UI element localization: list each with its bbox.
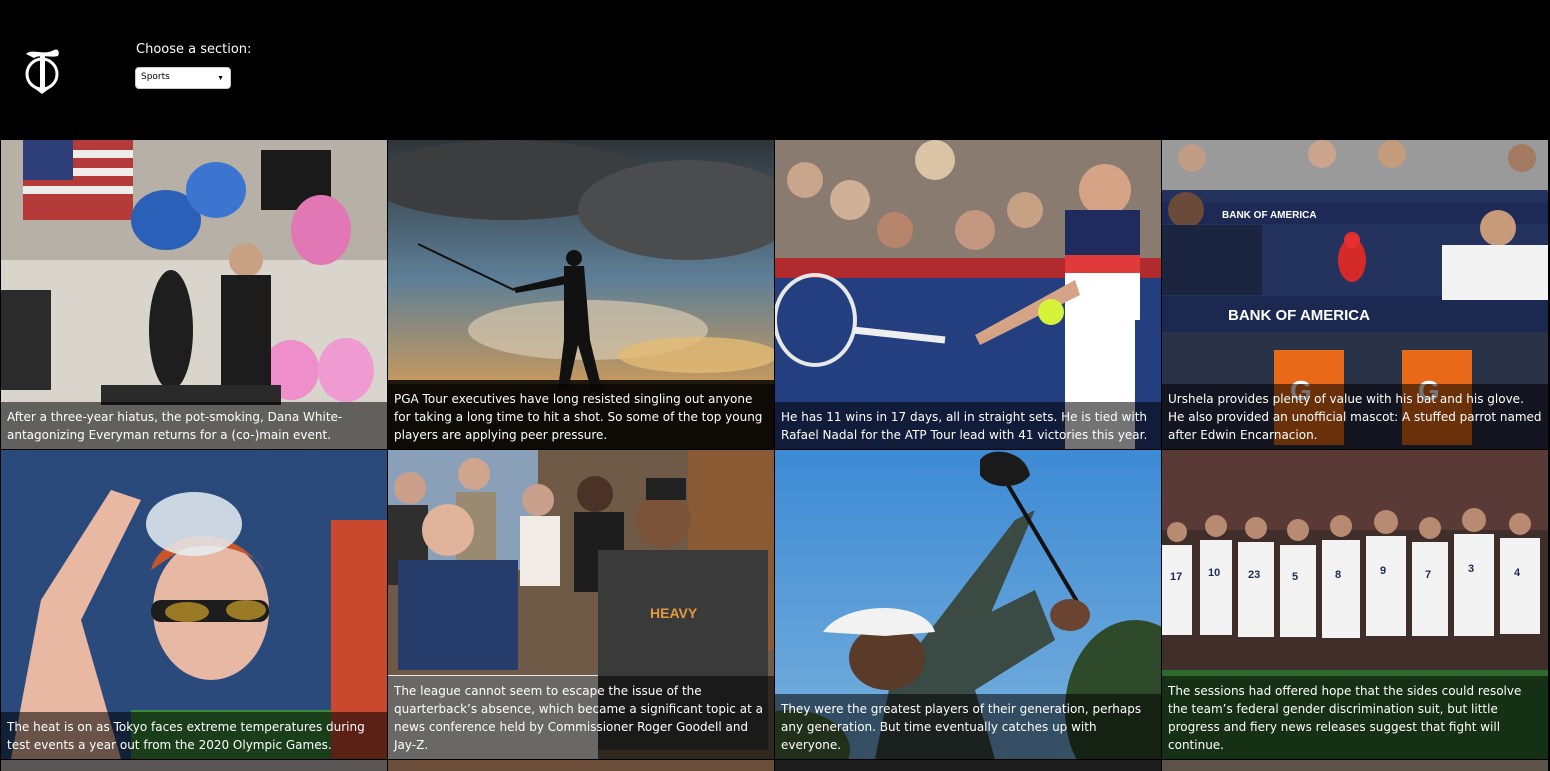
article-caption: After a three-year hiatus, the pot-smoki… — [1, 402, 387, 449]
jersey-number: 8 — [1335, 569, 1341, 581]
article-card[interactable]: He has 11 wins in 17 days, all in straig… — [775, 140, 1161, 449]
dugout-sign: BANK OF AMERICA — [1228, 307, 1370, 324]
section-select[interactable]: Sports ▼ — [135, 67, 231, 89]
article-image-peek — [775, 760, 1161, 771]
jersey-number: 5 — [1292, 571, 1298, 583]
header: Choose a section: Sports ▼ — [0, 0, 1550, 139]
article-caption: The heat is on as Tokyo faces extreme te… — [1, 712, 387, 759]
article-card[interactable]: They were the greatest players of their … — [775, 450, 1161, 759]
jersey-number: 4 — [1514, 567, 1521, 579]
article-card[interactable]: PGA Tour executives have long resisted s… — [388, 140, 774, 449]
next-row-peek — [1, 760, 1549, 771]
article-caption: He has 11 wins in 17 days, all in straig… — [775, 402, 1161, 449]
jersey-number: 23 — [1248, 569, 1260, 581]
article-caption: PGA Tour executives have long resisted s… — [388, 384, 774, 449]
article-caption: Urshela provides plenty of value with hi… — [1162, 384, 1548, 449]
nyt-logo-icon[interactable] — [20, 44, 64, 98]
jersey-number: 10 — [1208, 567, 1220, 579]
jersey-number: 17 — [1170, 571, 1182, 583]
shirt-text: HEAVY — [650, 605, 698, 621]
article-caption: They were the greatest players of their … — [775, 694, 1161, 759]
section-select-value: Sports — [141, 72, 170, 82]
article-caption: The sessions had offered hope that the s… — [1162, 676, 1548, 759]
article-card[interactable]: BANK OF AMERICA BANK OF AMERICA G G Ursh… — [1162, 140, 1548, 449]
article-card[interactable]: The heat is on as Tokyo faces extreme te… — [1, 450, 387, 759]
app-frame: Choose a section: Sports ▼ After a three… — [0, 0, 1550, 771]
chevron-down-icon: ▼ — [217, 75, 224, 82]
article-image-peek — [1, 760, 387, 771]
article-image-peek — [388, 760, 774, 771]
article-card[interactable]: After a three-year hiatus, the pot-smoki… — [1, 140, 387, 449]
dugout-sign-top: BANK OF AMERICA — [1222, 210, 1317, 221]
section-label: Choose a section: — [136, 42, 252, 57]
jersey-number: 3 — [1468, 563, 1474, 575]
article-caption: The league cannot seem to escape the iss… — [388, 676, 774, 759]
article-card[interactable]: 17 10 23 5 8 9 7 3 4 The sessions had of… — [1162, 450, 1548, 759]
jersey-number: 7 — [1425, 569, 1431, 581]
jersey-number: 9 — [1380, 565, 1386, 577]
article-image-peek — [1162, 760, 1548, 771]
article-card[interactable]: HEAVY The league cannot seem to escape t… — [388, 450, 774, 759]
